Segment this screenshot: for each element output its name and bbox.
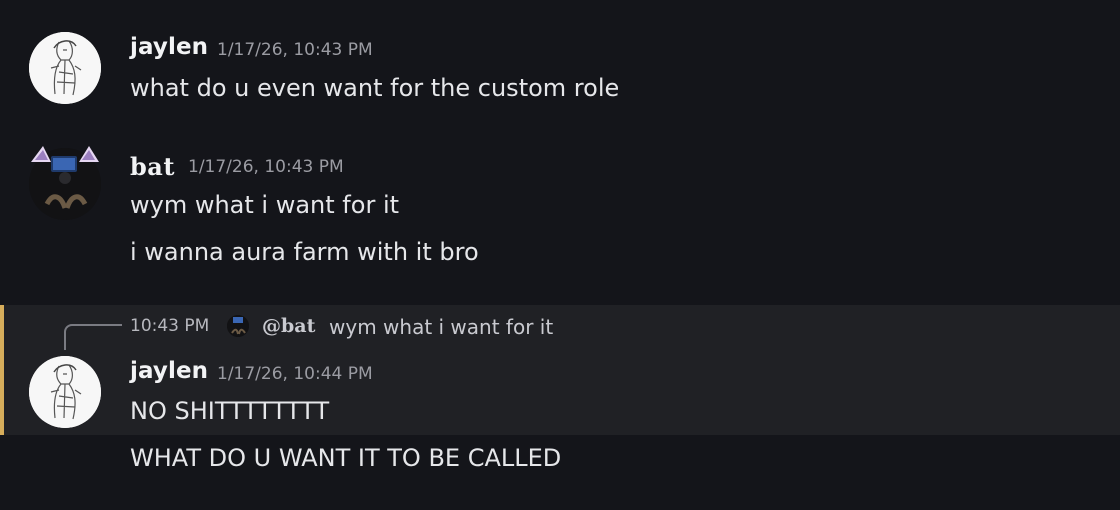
avatar[interactable]	[29, 146, 101, 220]
message-timestamp[interactable]: 1/17/26, 10:43 PM	[217, 40, 373, 60]
message-text: WHAT DO U WANT IT TO BE CALLED	[130, 444, 562, 472]
cat-ear-icon	[29, 146, 101, 220]
message-text: wym what i want for it	[130, 191, 400, 219]
sketch-character-icon	[29, 356, 101, 428]
message-text: what do u even want for the custom role	[130, 74, 620, 102]
reply-timestamp: 10:43 PM	[130, 316, 210, 336]
username[interactable]: jaylen	[130, 358, 208, 384]
reply-preview-text[interactable]: wym what i want for it	[329, 315, 553, 339]
sketch-character-icon	[29, 32, 101, 104]
avatar[interactable]	[29, 356, 101, 428]
message-text: NO SHITTTTTTTT	[130, 397, 330, 425]
username[interactable]: jaylen	[130, 34, 208, 60]
highlight-accent-bar	[0, 305, 4, 435]
username[interactable]: bat	[130, 152, 175, 181]
message-timestamp[interactable]: 1/17/26, 10:44 PM	[217, 364, 373, 384]
message-timestamp[interactable]: 1/17/26, 10:43 PM	[188, 157, 344, 177]
chat-message-list: jaylen 1/17/26, 10:43 PM what do u even …	[0, 0, 1120, 510]
reply-author-mention[interactable]: @bat	[262, 315, 315, 337]
message-text: i wanna aura farm with it bro	[130, 238, 479, 266]
avatar[interactable]	[29, 32, 101, 104]
reply-avatar[interactable]	[227, 315, 249, 337]
cat-ear-icon	[227, 315, 249, 337]
reply-spine	[64, 324, 122, 350]
